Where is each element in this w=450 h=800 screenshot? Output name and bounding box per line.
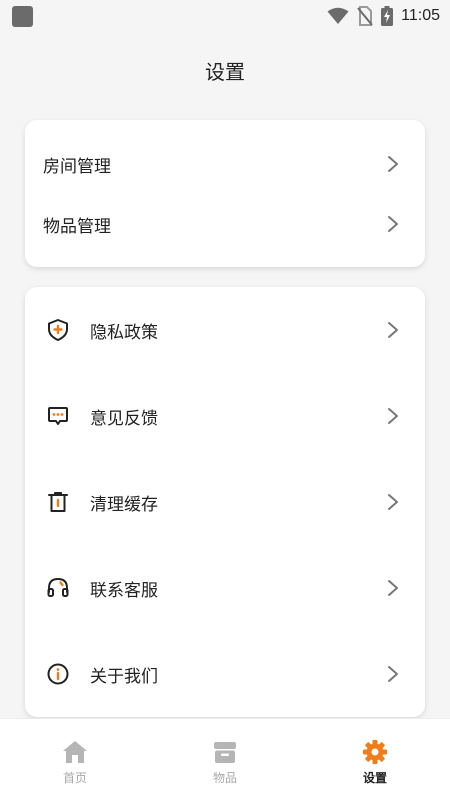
chevron-right-icon	[388, 666, 398, 682]
customer-service-label: 联系客服	[90, 580, 158, 601]
status-bar: 11:05	[0, 0, 450, 32]
nav-home-label: 首页	[62, 771, 87, 785]
item-management-label: 物品管理	[43, 216, 111, 237]
chevron-right-icon	[388, 494, 398, 510]
chevron-right-icon	[388, 216, 398, 232]
chevron-right-icon	[388, 408, 398, 424]
home-icon	[63, 741, 87, 763]
privacy-policy-label: 隐私政策	[90, 322, 158, 343]
customer-service-row[interactable]: 联系客服	[25, 545, 425, 631]
feedback-icon	[46, 404, 70, 428]
no-sim-icon	[357, 6, 373, 26]
page-title: 设置	[205, 60, 245, 84]
room-management-label: 房间管理	[43, 156, 111, 177]
item-management-row[interactable]: 物品管理	[25, 196, 425, 252]
battery-charging-icon	[381, 6, 394, 26]
nav-home[interactable]: 首页	[0, 719, 150, 786]
info-icon	[46, 662, 70, 686]
privacy-policy-row[interactable]: 隐私政策	[25, 287, 425, 373]
settings-card: 隐私政策 意见反馈 清理缓存 联系客服 关于我们	[25, 287, 425, 717]
trash-icon	[46, 490, 70, 514]
chevron-right-icon	[388, 156, 398, 172]
notification-icon	[12, 5, 33, 27]
chevron-right-icon	[388, 322, 398, 338]
nav-items[interactable]: 物品	[150, 719, 300, 786]
status-time: 11:05	[401, 7, 440, 24]
about-us-row[interactable]: 关于我们	[25, 631, 425, 717]
nav-settings-label: 设置	[362, 771, 387, 785]
chevron-right-icon	[388, 580, 398, 596]
gear-icon	[363, 740, 387, 764]
wifi-icon	[327, 7, 349, 24]
nav-settings[interactable]: 设置	[300, 719, 450, 786]
status-icons: 11:05	[327, 6, 440, 26]
feedback-row[interactable]: 意见反馈	[25, 373, 425, 459]
headset-icon	[46, 576, 70, 600]
clear-cache-row[interactable]: 清理缓存	[25, 459, 425, 545]
feedback-label: 意见反馈	[90, 408, 158, 429]
nav-items-label: 物品	[212, 771, 237, 785]
shield-icon	[46, 318, 70, 342]
management-card: 房间管理 物品管理	[25, 120, 425, 267]
room-management-row[interactable]: 房间管理	[25, 136, 425, 192]
about-us-label: 关于我们	[90, 666, 158, 687]
box-icon	[214, 742, 236, 763]
clear-cache-label: 清理缓存	[90, 494, 158, 515]
bottom-nav: 首页 物品 设置	[0, 718, 450, 800]
